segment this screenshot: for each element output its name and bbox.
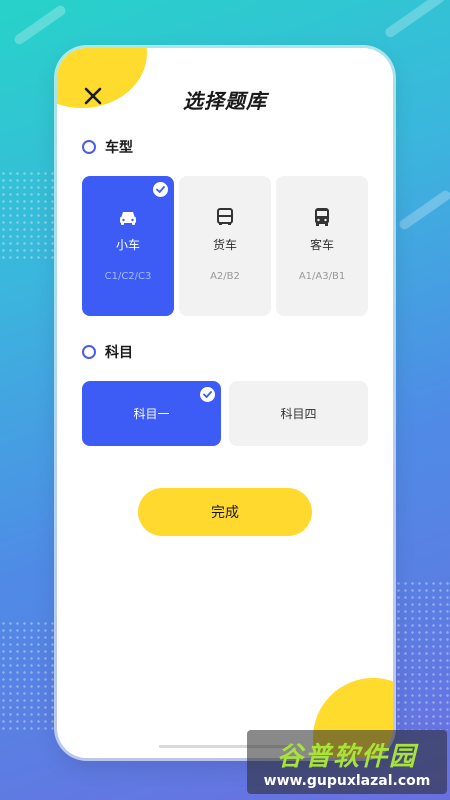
section-title: 车型 [105,140,133,156]
truck-icon [217,208,233,225]
subject-option-one[interactable]: 科目一 [82,381,221,446]
watermark-url: www.gupuxlazal.com [263,772,431,789]
watermark: 谷普软件园 www.gupuxlazal.com [247,730,447,794]
section-title: 科目 [105,345,133,361]
page-title: 选择题库 [183,89,267,113]
vehicle-option-bus[interactable]: 客车 A1/A3/B1 [276,176,368,316]
license-codes: A1/A3/B1 [298,271,346,282]
vehicle-name: 货车 [212,238,237,252]
license-codes: A2/B2 [210,271,240,282]
bg-dots [0,170,55,260]
done-button[interactable]: 完成 [138,488,312,536]
car-icon [120,212,136,225]
bus-icon [315,208,329,226]
bg-stripe [397,188,450,232]
bg-stripe [12,3,68,47]
bg-dots [0,620,55,730]
subject-section-label[interactable]: 科目 [82,342,133,362]
check-icon [153,182,168,197]
vehicle-name: 小车 [115,238,140,252]
radio-icon [82,140,96,154]
dialog-card: 选择题库 车型 小车 C1/C2/C3 货车 A2/B2 客车 A1/A3/B1… [57,48,393,758]
vehicle-section-label[interactable]: 车型 [82,137,133,157]
vehicle-option-truck[interactable]: 货车 A2/B2 [179,176,271,316]
license-codes: C1/C2/C3 [104,271,152,282]
bg-stripe [383,0,447,40]
bg-dots [395,580,450,730]
vehicle-name: 客车 [309,238,334,252]
subject-option-four[interactable]: 科目四 [229,381,368,446]
check-icon [200,387,215,402]
subject-name: 科目四 [280,407,317,421]
radio-icon [82,345,96,359]
vehicle-option-car[interactable]: 小车 C1/C2/C3 [82,176,174,316]
subject-name: 科目一 [133,407,170,421]
watermark-title: 谷普软件园 [276,741,417,772]
